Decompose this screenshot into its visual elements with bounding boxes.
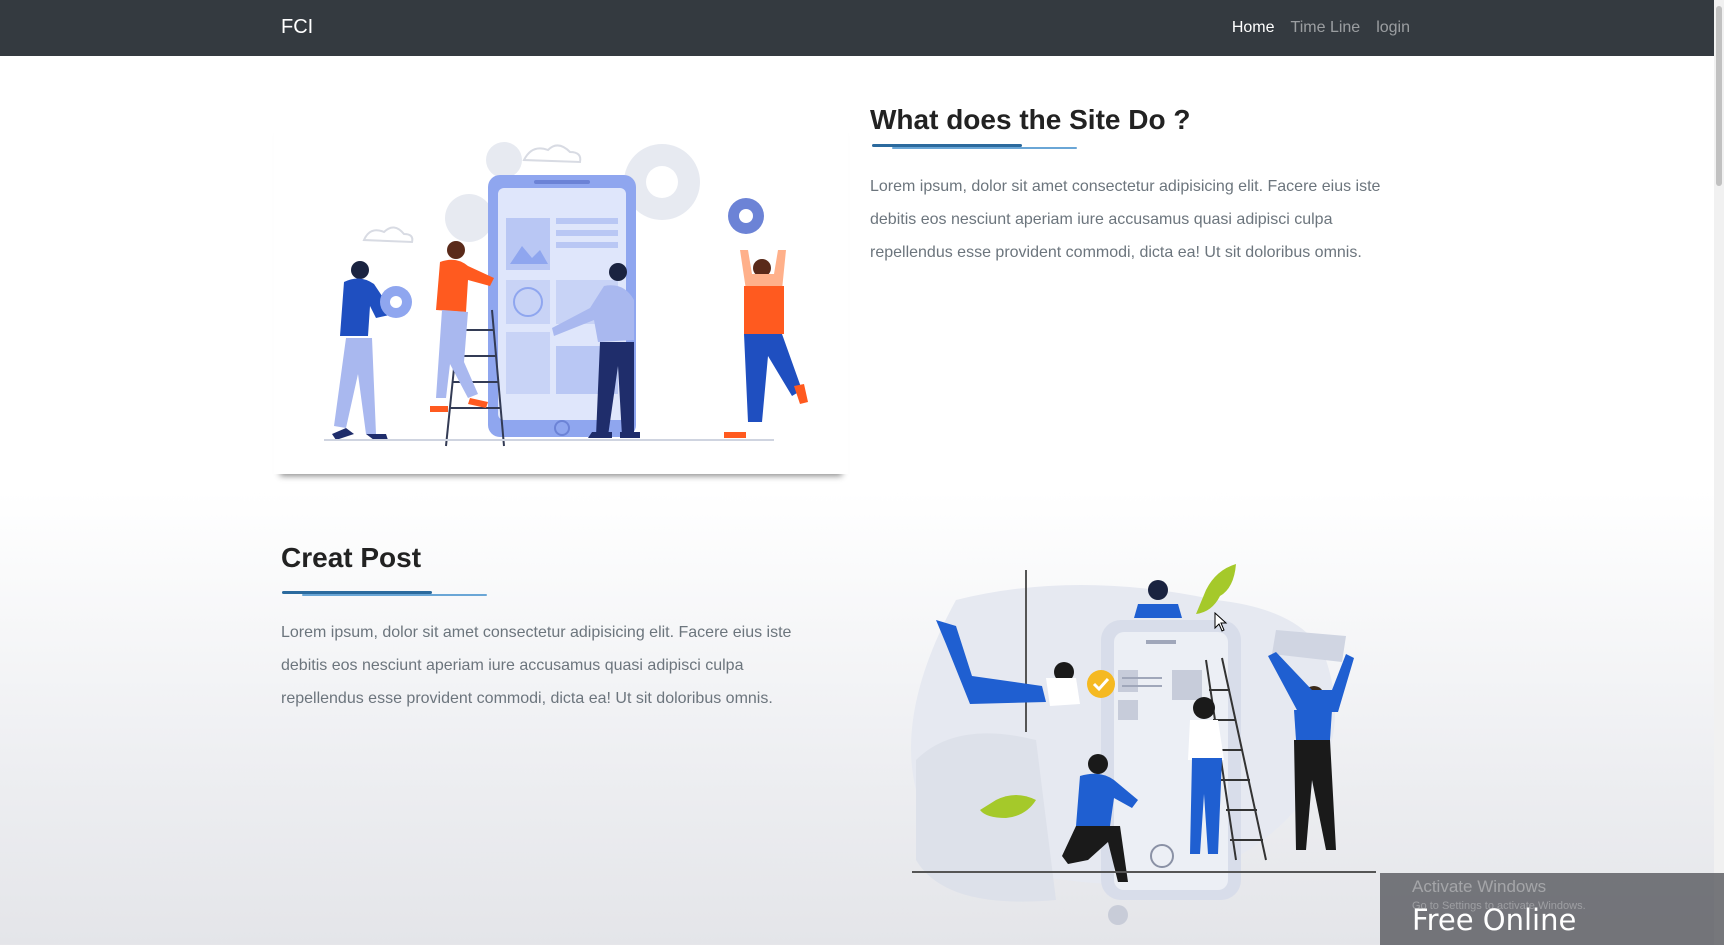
team-creating-post-illustration	[911, 564, 1376, 925]
watermark-text: Free Online	[1412, 903, 1577, 937]
create-post-illustration	[896, 560, 1396, 945]
brand-logo[interactable]: FCI	[281, 16, 313, 39]
about-paragraph: Lorem ipsum, dolor sit amet consectetur …	[870, 178, 1381, 261]
mouse-cursor-icon	[1214, 612, 1228, 632]
activate-windows-overlay: Activate Windows Go to Settings to activ…	[1380, 873, 1724, 945]
scrollbar-thumb[interactable]	[1716, 6, 1722, 186]
page-scrollbar[interactable]	[1714, 0, 1724, 945]
create-post-heading-underline	[282, 591, 487, 597]
create-post-paragraph: Lorem ipsum, dolor sit amet consectetur …	[281, 624, 792, 707]
create-post-heading: Creat Post	[281, 542, 422, 573]
nav-links: Home Time Line login	[1232, 19, 1410, 37]
about-heading: What does the Site Do ?	[870, 104, 1191, 135]
top-navbar: FCI Home Time Line login	[0, 0, 1714, 56]
nav-link-login[interactable]: login	[1376, 19, 1410, 37]
team-building-app-illustration	[324, 142, 808, 447]
about-illustration	[274, 120, 848, 474]
nav-link-timeline[interactable]: Time Line	[1291, 19, 1361, 37]
activate-windows-title: Activate Windows	[1412, 877, 1547, 896]
nav-link-home[interactable]: Home	[1232, 19, 1275, 37]
about-heading-underline	[872, 144, 1077, 150]
